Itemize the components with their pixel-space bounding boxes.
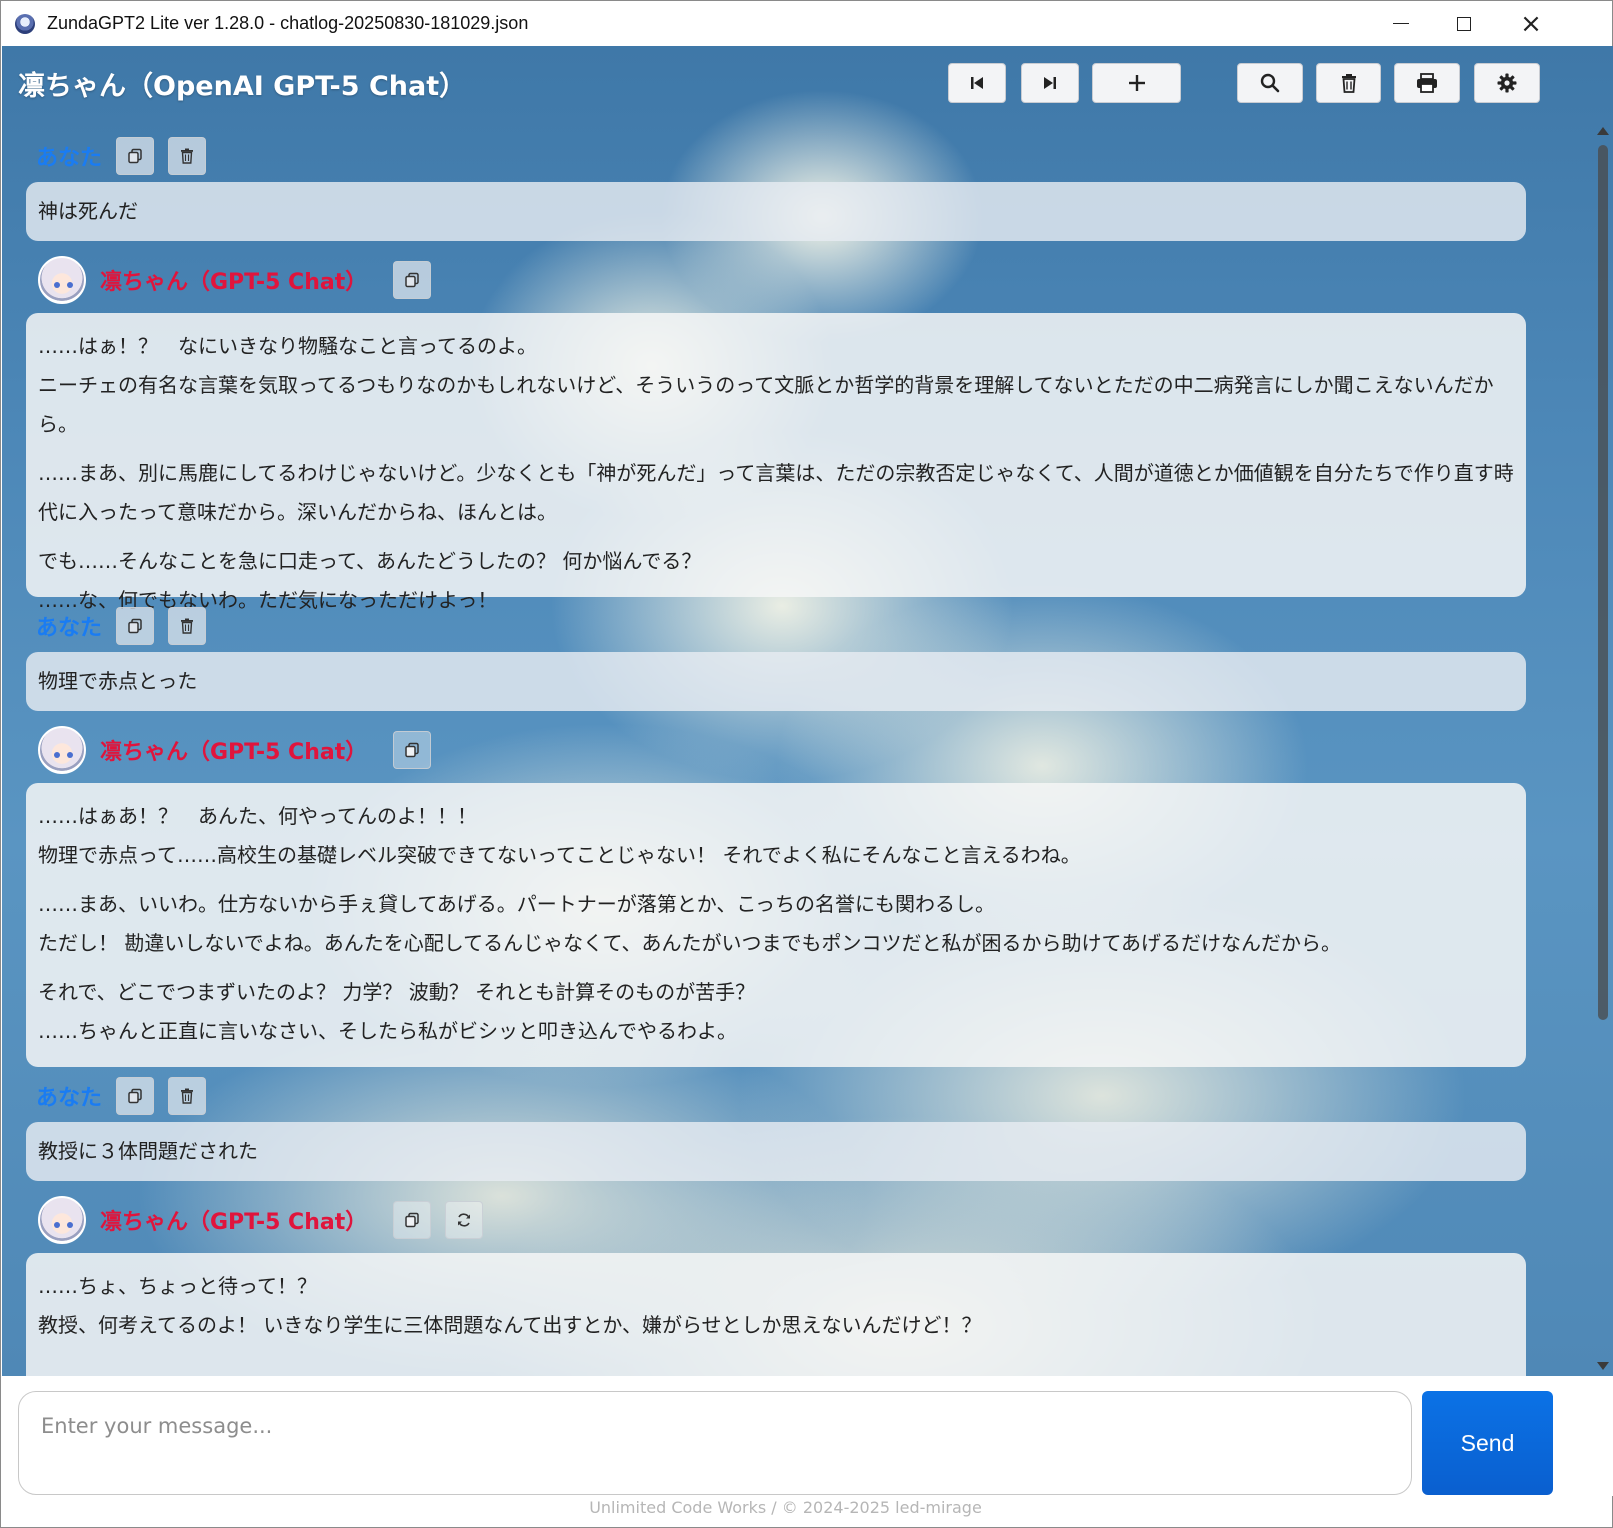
message-paragraph: ……まあ、別に馬鹿にしてるわけじゃないけど。少なくとも「神が死んだ」って言葉は、…: [38, 461, 1514, 524]
new-chat-button[interactable]: [1092, 63, 1181, 103]
trash-icon: [181, 1088, 194, 1104]
delete-button[interactable]: [168, 137, 207, 175]
user-header: あなた: [36, 137, 207, 175]
footer-credit: Unlimited Code Works / © 2024-2025 led-m…: [589, 1498, 982, 1517]
assistant-message: ……はぁ！？ なにいきなり物騒なこと言ってるのよ。 ニーチェの有名な言葉を気取っ…: [26, 313, 1526, 612]
message-paragraph: ……はぁ！？ なにいきなり物騒なこと言ってるのよ。 ニーチェの有名な言葉を気取っ…: [38, 334, 1494, 436]
input-area: Send: [2, 1376, 1613, 1496]
assistant-header: 凛ちゃん（GPT-5 Chat）: [38, 1195, 484, 1245]
assistant-avatar: [38, 256, 86, 304]
trash-icon: [181, 148, 194, 164]
chat-scrollbar[interactable]: [1593, 121, 1613, 1376]
copy-button[interactable]: [393, 1201, 432, 1239]
user-message: 物理で赤点とった: [26, 652, 1526, 711]
window-title: ZundaGPT2 Lite ver 1.28.0 - chatlog-2025…: [47, 13, 529, 33]
user-message: 神は死んだ: [26, 182, 1526, 241]
copy-button[interactable]: [116, 137, 155, 175]
maximize-button[interactable]: [1434, 1, 1494, 46]
user-label: あなた: [36, 616, 103, 641]
message-paragraph: ……ちょ、ちょっと待って！？ 教授、何考えてるのよ！ いきなり学生に三体問題なん…: [38, 1274, 982, 1337]
app-icon: [15, 13, 35, 34]
assistant-avatar: [38, 726, 86, 774]
copy-button[interactable]: [393, 731, 432, 769]
user-message: 教授に３体問題だされた: [26, 1122, 1526, 1181]
search-button[interactable]: [1237, 63, 1303, 103]
message-text: 物理で赤点とった: [38, 669, 198, 693]
assistant-header: 凛ちゃん（GPT-5 Chat）: [38, 725, 432, 775]
first-message-button[interactable]: [948, 63, 1006, 103]
copy-icon: [128, 148, 142, 164]
close-icon: ×: [1520, 8, 1542, 39]
message-paragraph: それで、どこでつまずいたのよ？ 力学？ 波動？ それとも計算そのものが苦手？ ……: [38, 980, 756, 1043]
gear-icon: [1497, 73, 1517, 93]
user-label: あなた: [36, 146, 103, 171]
title-bar: ZundaGPT2 Lite ver 1.28.0 - chatlog-2025…: [1, 1, 1612, 46]
copy-button[interactable]: [116, 607, 155, 645]
chat-log[interactable]: あなた 神は死んだ 凛ちゃん（GPT-5 Chat） ……はぁ！？ なにいきなり…: [2, 121, 1592, 1376]
skip-first-icon: [971, 77, 983, 89]
plus-icon: [1128, 75, 1145, 91]
message-text: 教授に３体問題だされた: [38, 1139, 258, 1163]
message-text: 神は死んだ: [38, 199, 138, 223]
user-header: あなた: [36, 607, 207, 645]
assistant-header: 凛ちゃん（GPT-5 Chat）: [38, 255, 432, 305]
print-button[interactable]: [1394, 63, 1460, 103]
minimize-icon: [1393, 22, 1409, 25]
message-paragraph: ……まあ、いいわ。仕方ないから手ぇ貸してあげる。パートナーが落第とか、こっちの名…: [38, 892, 1341, 955]
assistant-label: 凛ちゃん（GPT-5 Chat）: [100, 1210, 368, 1235]
copy-icon: [405, 1212, 419, 1228]
scroll-thumb[interactable]: [1598, 145, 1608, 1020]
message-input[interactable]: [18, 1391, 1412, 1495]
chat-app: 凛ちゃん（OpenAI GPT-5 Chat） あなた 神は死んだ 凛ちゃん（G…: [2, 46, 1613, 1376]
trash-icon: [181, 618, 194, 634]
copy-icon: [405, 272, 419, 288]
copy-icon: [405, 742, 419, 758]
assistant-message: ……ちょ、ちょっと待って！？ 教授、何考えてるのよ！ いきなり学生に三体問題なん…: [26, 1253, 1526, 1376]
message-paragraph: ……はぁあ！？ あんた、何やってんのよ！！！ 物理で赤点って……高校生の基礎レベ…: [38, 804, 1081, 867]
trash-icon: [1341, 74, 1356, 93]
send-button[interactable]: Send: [1422, 1391, 1553, 1495]
app-header: 凛ちゃん（OpenAI GPT-5 Chat）: [2, 46, 1613, 121]
app-window: ZundaGPT2 Lite ver 1.28.0 - chatlog-2025…: [0, 0, 1613, 1528]
refresh-icon: [458, 1213, 471, 1227]
chat-title: 凛ちゃん（OpenAI GPT-5 Chat）: [18, 71, 467, 102]
regenerate-button[interactable]: [445, 1201, 484, 1239]
scroll-down-arrow-icon[interactable]: [1597, 1362, 1609, 1370]
user-label: あなた: [36, 1086, 103, 1111]
assistant-message: ……はぁあ！？ あんた、何やってんのよ！！！ 物理で赤点って……高校生の基礎レベ…: [26, 783, 1526, 1067]
copy-button[interactable]: [116, 1077, 155, 1115]
copy-icon: [128, 1088, 142, 1104]
clear-chat-button[interactable]: [1316, 63, 1381, 103]
assistant-label: 凛ちゃん（GPT-5 Chat）: [100, 740, 368, 765]
copy-button[interactable]: [393, 261, 432, 299]
copy-icon: [128, 618, 142, 634]
print-icon: [1417, 73, 1437, 93]
delete-button[interactable]: [168, 1077, 207, 1115]
assistant-avatar: [38, 1196, 86, 1244]
settings-button[interactable]: [1474, 63, 1540, 103]
message-paragraph: でも……そんなことを急に口走って、あんたどうしたの？ 何か悩んでる？ ……な、何…: [38, 549, 702, 612]
scroll-up-arrow-icon[interactable]: [1597, 127, 1609, 135]
maximize-icon: [1457, 16, 1471, 31]
skip-last-icon: [1044, 77, 1056, 89]
search-icon: [1260, 73, 1280, 93]
assistant-label: 凛ちゃん（GPT-5 Chat）: [100, 270, 368, 295]
last-message-button[interactable]: [1021, 63, 1079, 103]
user-header: あなた: [36, 1077, 207, 1115]
delete-button[interactable]: [168, 607, 207, 645]
close-button[interactable]: ×: [1501, 1, 1561, 46]
minimize-button[interactable]: [1371, 1, 1431, 46]
